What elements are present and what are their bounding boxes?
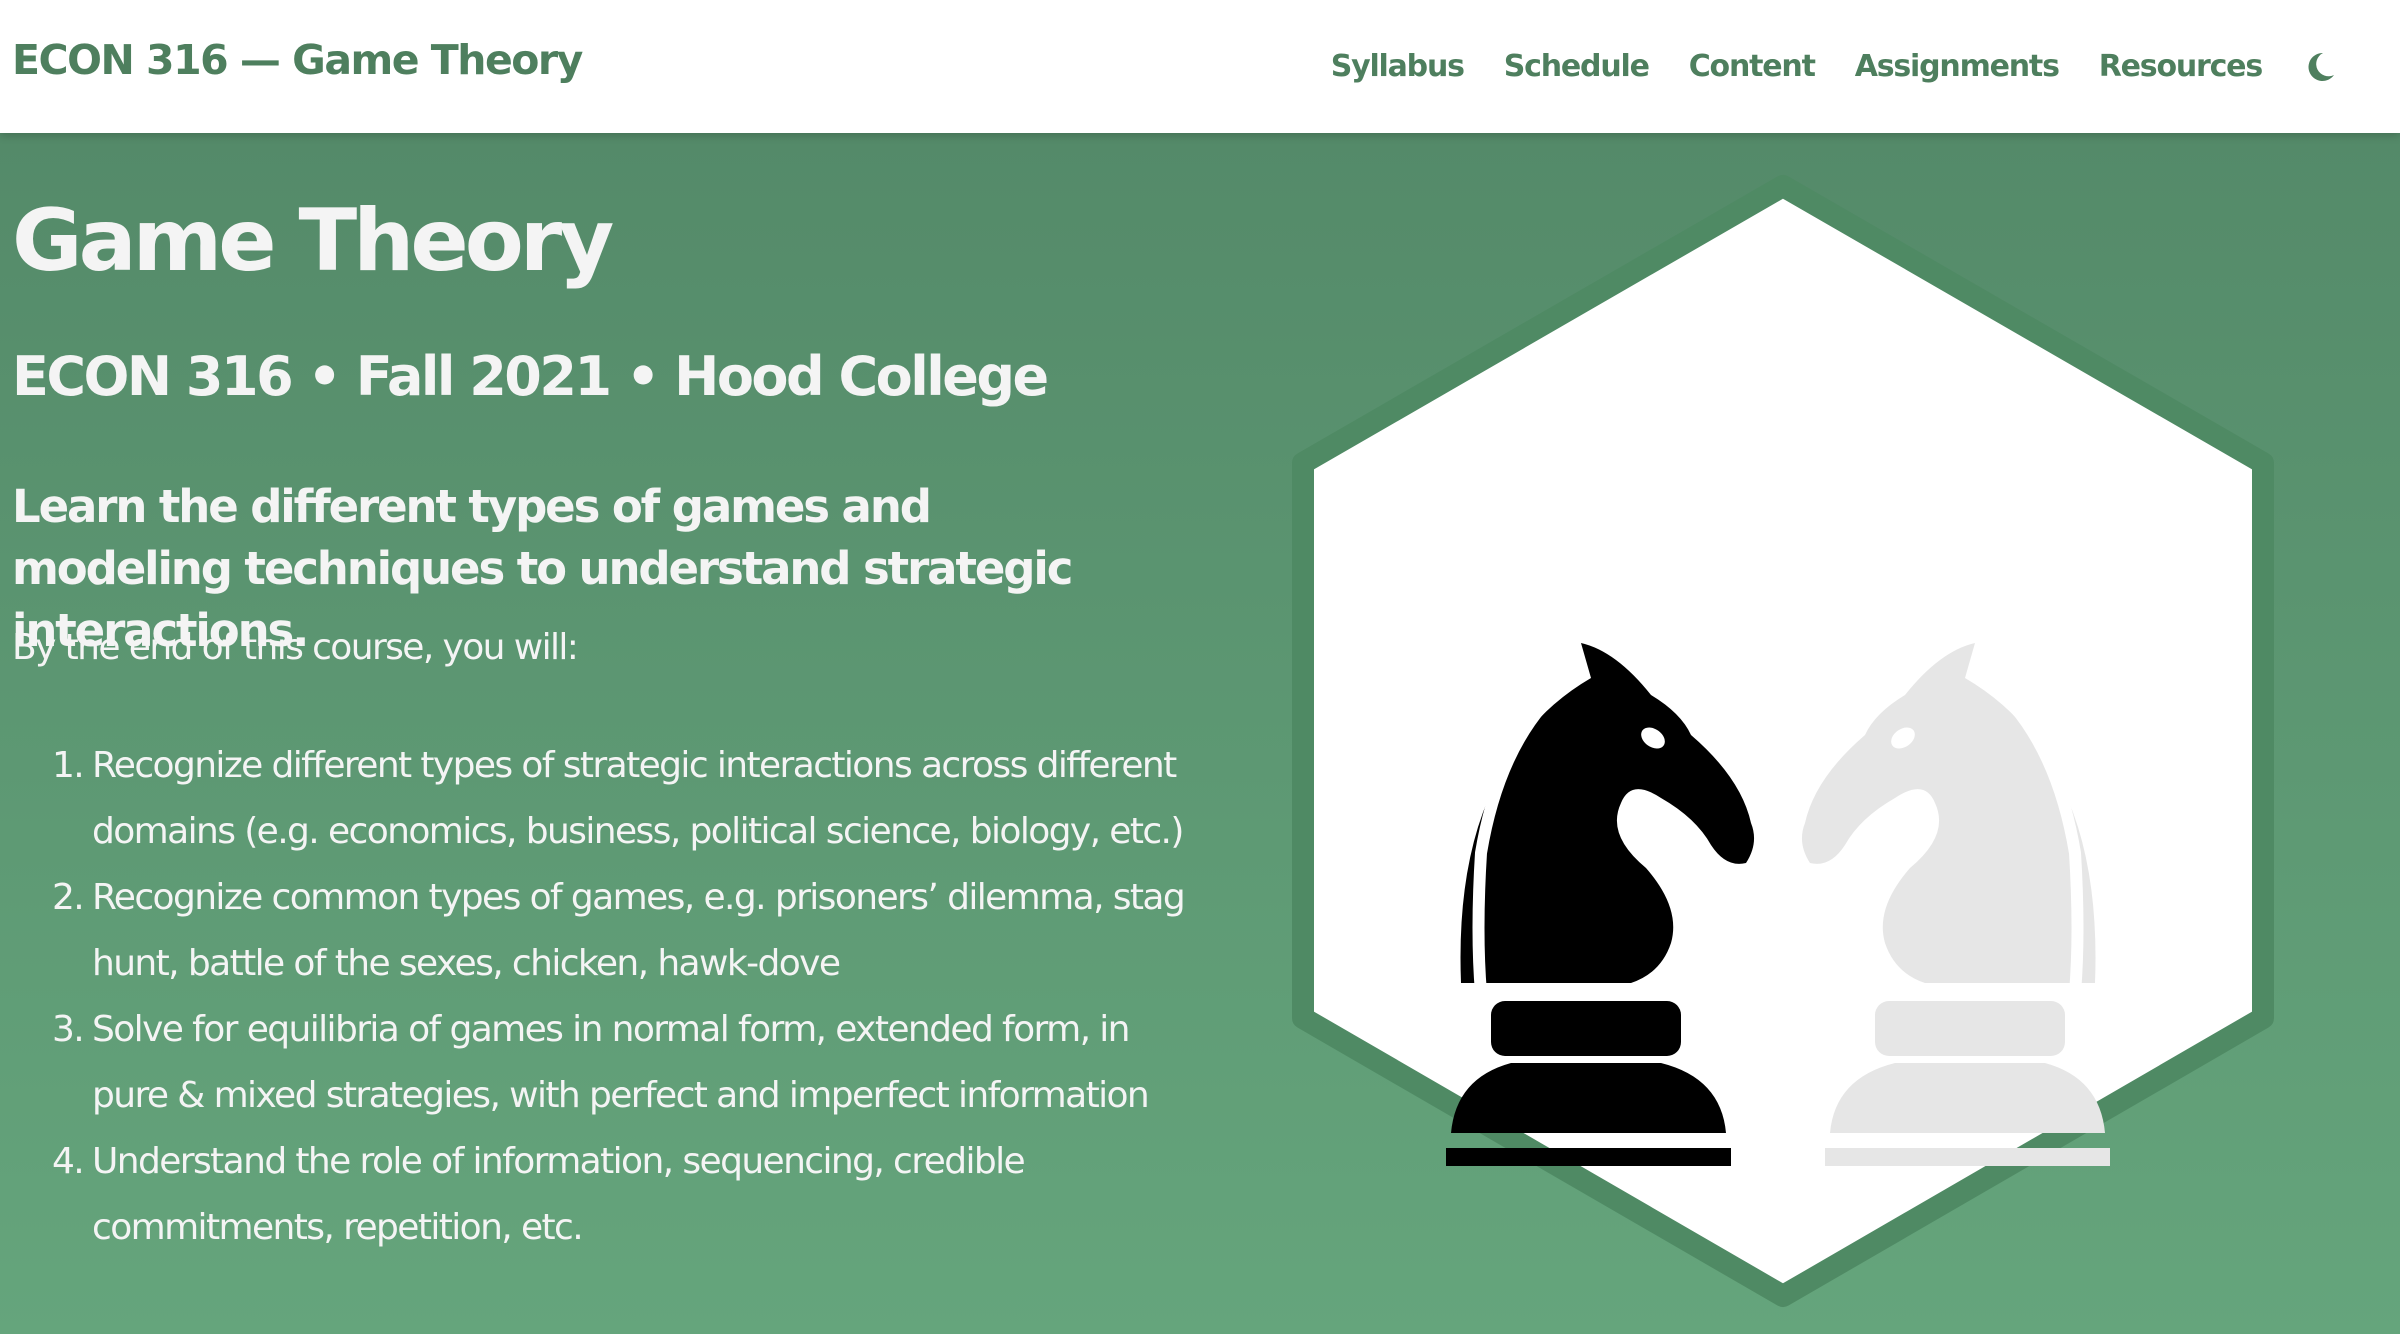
- nav-link-content[interactable]: Content: [1689, 49, 1816, 84]
- nav-link-resources[interactable]: Resources: [2099, 49, 2263, 84]
- hero-subtitle: ECON 316 • Fall 2021 • Hood College: [12, 345, 1049, 408]
- list-item-number: 1.: [52, 745, 85, 786]
- nav-link-syllabus[interactable]: Syllabus: [1331, 49, 1465, 84]
- hero-intro: By the end of this course, you will:: [12, 627, 579, 668]
- nav-links: Syllabus Schedule Content Assignments Re…: [1291, 0, 2400, 133]
- list-item-text: Understand the role of information, sequ…: [92, 1141, 1026, 1248]
- hero-title: Game Theory: [12, 191, 614, 291]
- nav-link-assignments[interactable]: Assignments: [1855, 49, 2060, 84]
- moon-icon: [2308, 52, 2334, 81]
- hero: Game Theory ECON 316 • Fall 2021 • Hood …: [0, 133, 2400, 1334]
- chess-knights-icon: [1292, 175, 2274, 1307]
- list-item-number: 4.: [52, 1141, 85, 1182]
- course-logo: [1258, 166, 2308, 1334]
- list-item: 4. Understand the role of information, s…: [12, 1129, 1212, 1261]
- nav-link-schedule[interactable]: Schedule: [1504, 49, 1650, 84]
- navbar: ECON 316 — Game Theory Syllabus Schedule…: [0, 0, 2400, 133]
- list-item-text: Solve for equilibria of games in normal …: [92, 1009, 1150, 1116]
- list-item-text: Recognize common types of games, e.g. pr…: [92, 877, 1186, 984]
- learning-outcomes-list: 1. Recognize different types of strategi…: [12, 733, 1212, 1261]
- list-item-number: 2.: [52, 877, 85, 918]
- list-item: 3. Solve for equilibria of games in norm…: [12, 997, 1212, 1129]
- list-item: 2. Recognize common types of games, e.g.…: [12, 865, 1212, 997]
- list-item-text: Recognize different types of strategic i…: [92, 745, 1184, 852]
- site-brand[interactable]: ECON 316 — Game Theory: [12, 36, 583, 84]
- theme-toggle-button[interactable]: [2304, 49, 2340, 85]
- list-item: 1. Recognize different types of strategi…: [12, 733, 1212, 865]
- list-item-number: 3.: [52, 1009, 85, 1050]
